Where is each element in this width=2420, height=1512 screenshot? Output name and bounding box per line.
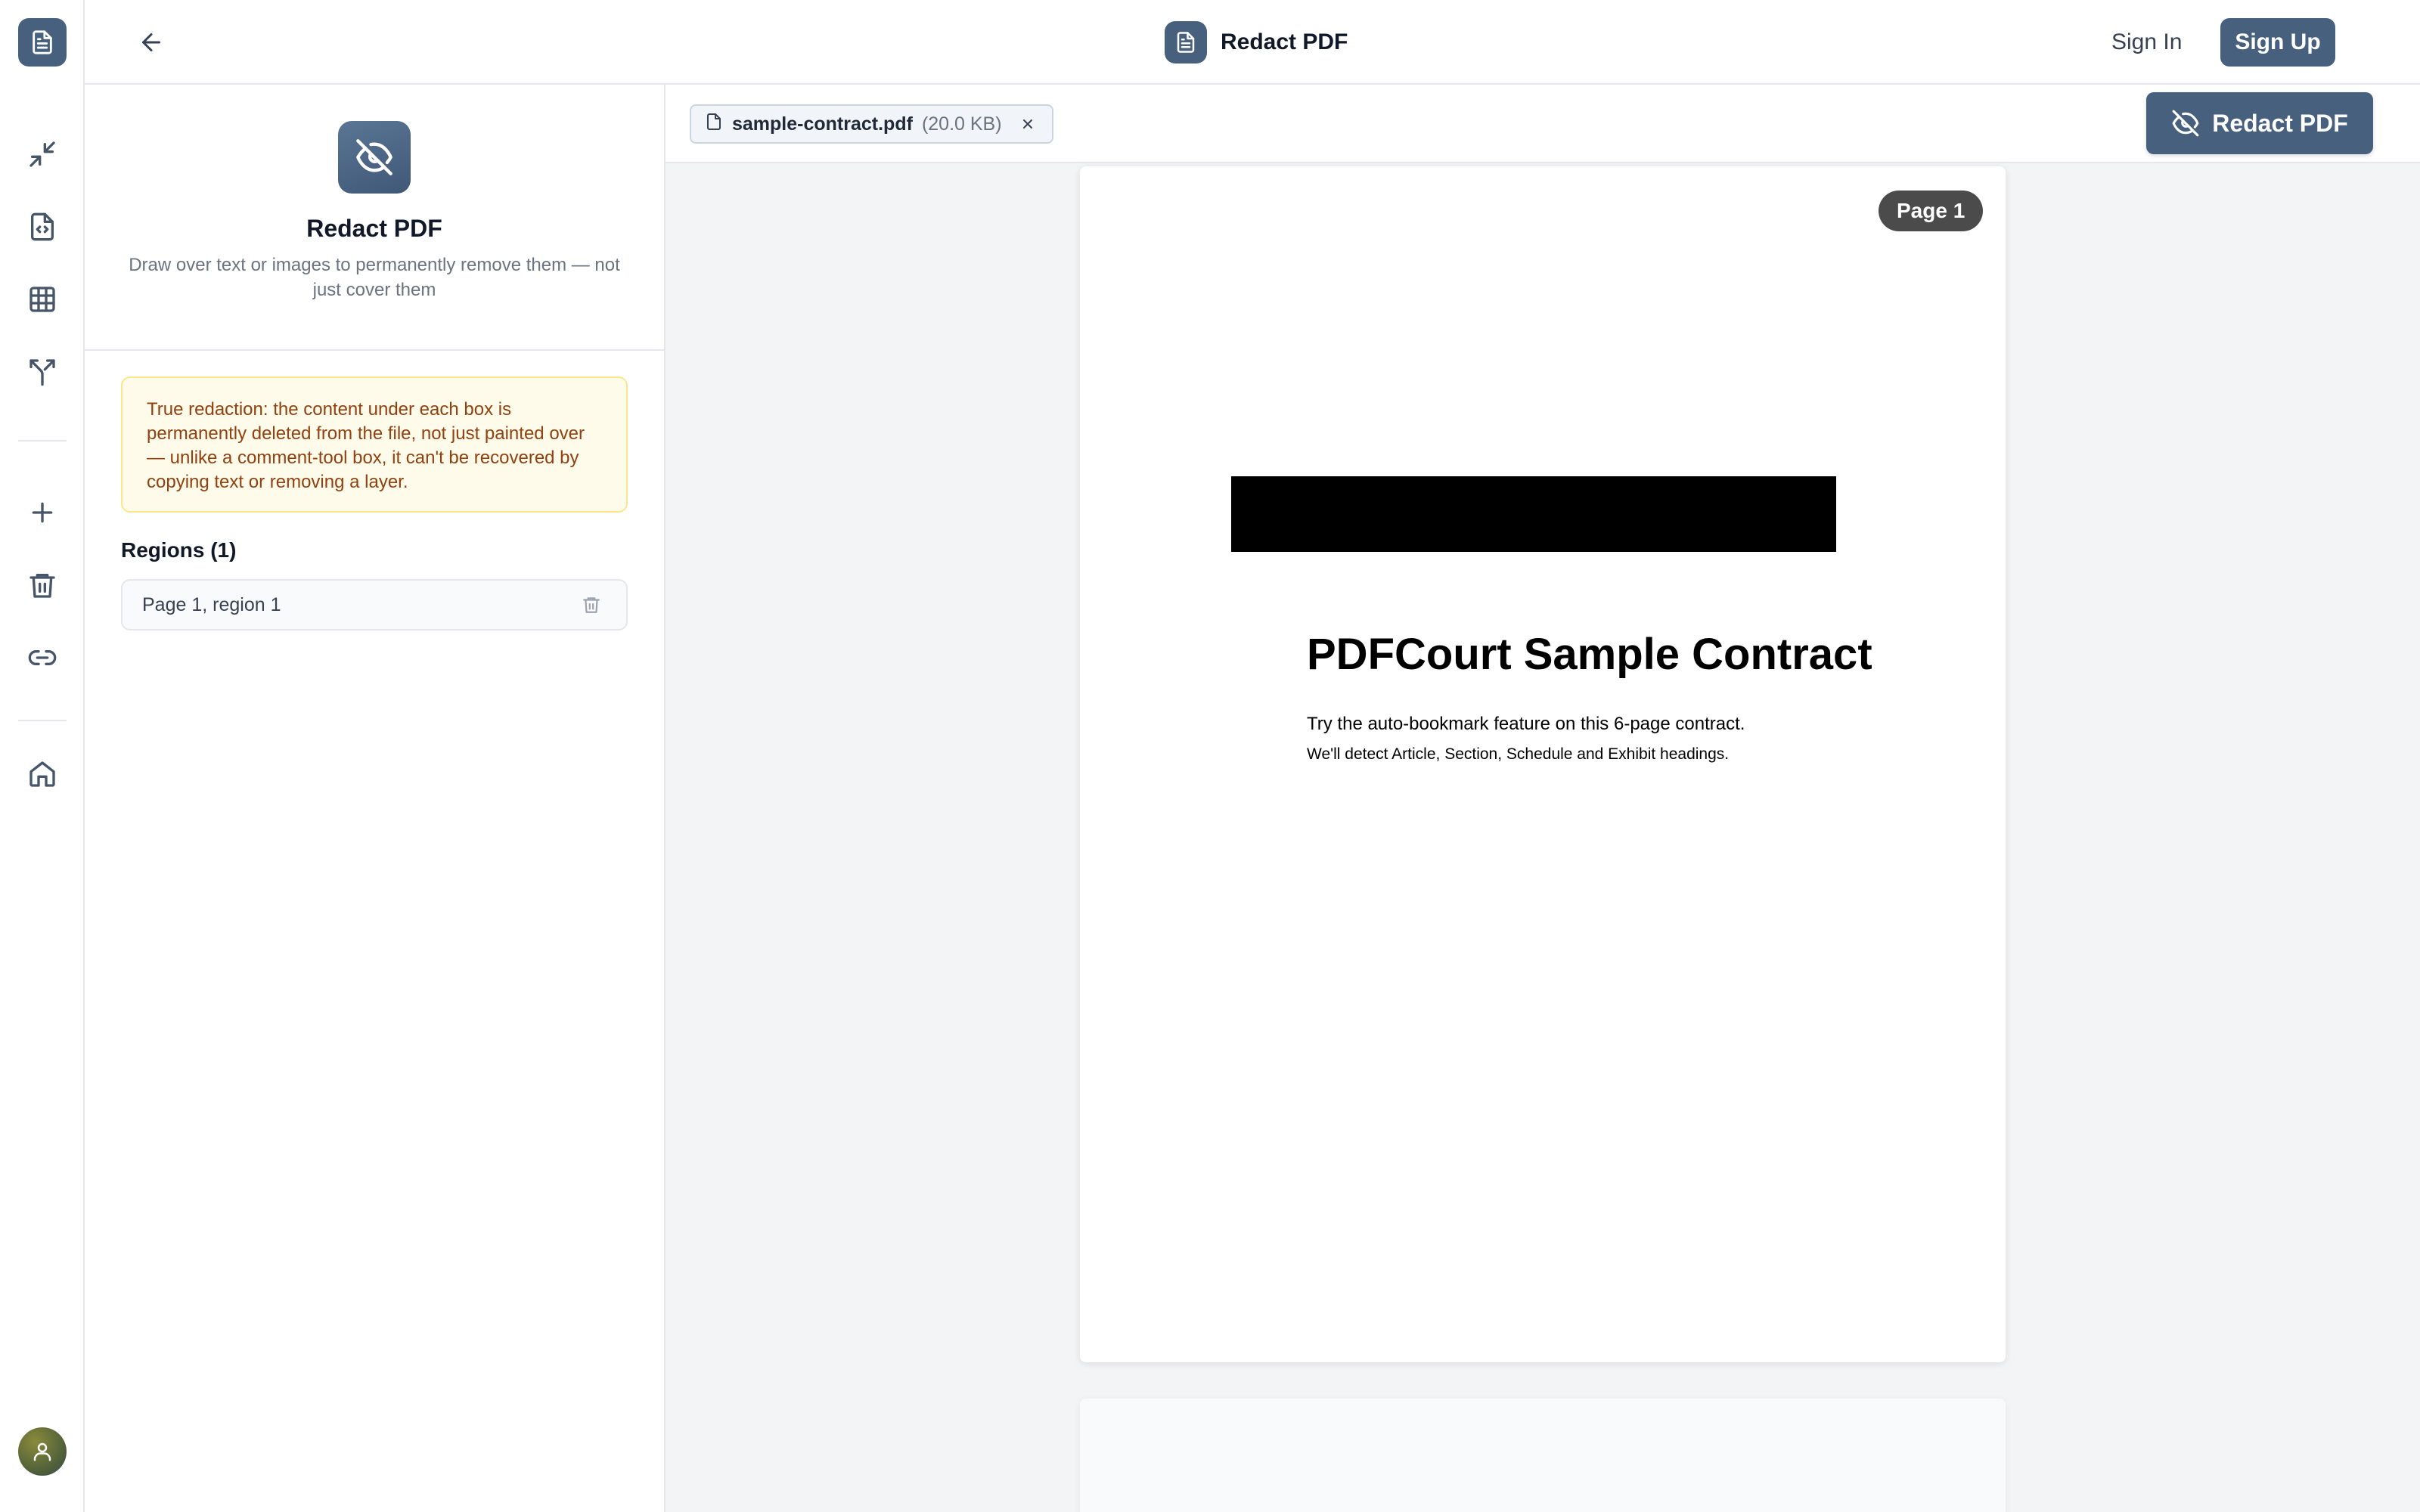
file-chip: sample-contract.pdf (20.0 KB): [690, 104, 1053, 144]
document-icon: [1165, 21, 1207, 64]
eye-off-icon: [2172, 110, 2199, 137]
delete-region-trash-icon[interactable]: [576, 590, 607, 620]
sign-up-button[interactable]: Sign Up: [2220, 18, 2335, 67]
pdf-page[interactable]: Page 1 PDFCourt Sample Contract Try the …: [1080, 166, 2006, 1362]
home-icon[interactable]: [21, 753, 64, 795]
sign-in-button[interactable]: Sign In: [2111, 23, 2182, 62]
link-icon[interactable]: [21, 637, 64, 679]
redact-button-label: Redact PDF: [2212, 109, 2348, 137]
page-title: Redact PDF: [1221, 29, 1348, 54]
document-text-line: We'll detect Article, Section, Schedule …: [1307, 745, 1730, 763]
region-label: Page 1, region 1: [142, 593, 281, 615]
pdf-page-next[interactable]: [1080, 1399, 2006, 1512]
page-number-badge: Page 1: [1879, 191, 1984, 231]
document-title: PDFCourt Sample Contract: [1307, 630, 1872, 679]
viewer-toolbar: sample-contract.pdf (20.0 KB) Redact PDF: [666, 85, 2420, 163]
file-icon: [705, 113, 723, 136]
trash-icon[interactable]: [21, 564, 64, 606]
panel-description: Draw over text or images to permanently …: [129, 255, 620, 300]
file-name: sample-contract.pdf: [732, 113, 913, 135]
eye-off-icon: [338, 121, 411, 194]
header-title-group: Redact PDF: [1165, 21, 1348, 64]
compress-icon[interactable]: [21, 133, 64, 175]
rail-divider: [18, 720, 67, 721]
tool-panel: Redact PDF Draw over text or images to p…: [85, 85, 666, 1512]
redaction-notice: True redaction: the content under each b…: [121, 376, 628, 513]
redact-pdf-button[interactable]: Redact PDF: [2146, 92, 2373, 154]
regions-heading: Regions (1): [121, 538, 237, 562]
split-icon[interactable]: [21, 351, 64, 393]
panel-title: Redact PDF: [306, 215, 442, 242]
file-code-icon[interactable]: [21, 206, 64, 248]
plus-icon[interactable]: [21, 491, 64, 534]
rail-divider: [18, 440, 67, 442]
left-rail: [0, 0, 85, 1512]
document-viewer[interactable]: sample-contract.pdf (20.0 KB) Redact PDF…: [666, 85, 2420, 1512]
top-header: Redact PDF Sign In Sign Up: [85, 0, 2420, 85]
user-avatar-icon[interactable]: [18, 1427, 67, 1476]
redaction-region[interactable]: [1231, 476, 1836, 552]
document-text-line: Try the auto-bookmark feature on this 6-…: [1307, 714, 1745, 734]
table-icon[interactable]: [21, 278, 64, 321]
panel-header: Redact PDF Draw over text or images to p…: [85, 85, 664, 351]
region-list-item[interactable]: Page 1, region 1: [121, 579, 628, 631]
remove-file-close-icon[interactable]: [1016, 112, 1040, 136]
back-arrow-icon[interactable]: [130, 21, 172, 64]
app-logo-icon[interactable]: [18, 18, 67, 67]
file-size: (20.0 KB): [921, 113, 1002, 135]
